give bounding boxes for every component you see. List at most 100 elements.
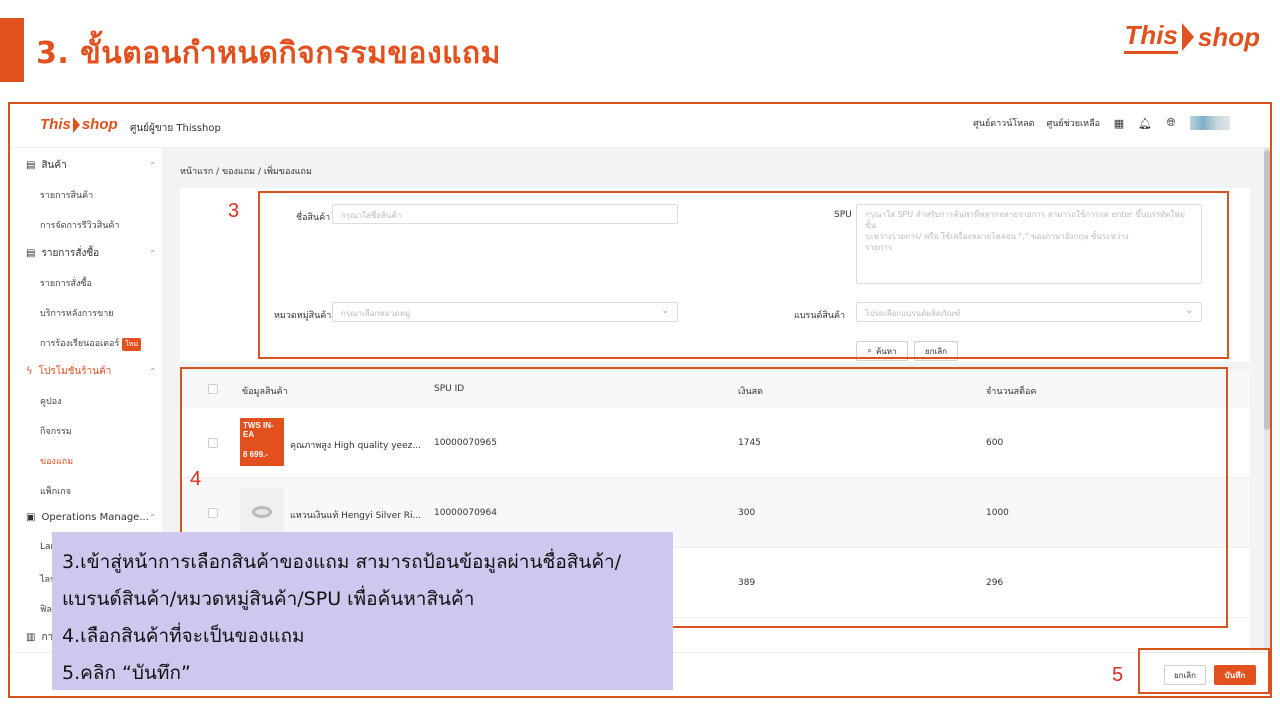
slide-title: 3. ขั้นตอนกำหนดกิจกรรมของแถม (36, 36, 501, 71)
product-thumbnail (240, 488, 284, 536)
chevron-down-icon: ⌄ (1185, 306, 1193, 316)
sidebar-item-coupons[interactable]: คูปอง (40, 394, 62, 408)
category-label: หมวดหมู่สินค้า (274, 311, 332, 321)
scrollbar-thumb[interactable] (1264, 150, 1270, 430)
app-header: This shop ศูนย์ผู้ขาย Thisshop ศูนย์ดาวน… (10, 104, 1270, 148)
spu-placeholder-line: ระหว่างรายการ/ หรือ ใช้เครื่องหมายโคลอน … (865, 232, 1129, 241)
product-icon: ▤ (26, 160, 36, 171)
thisshop-logo: This shop (1124, 20, 1260, 54)
download-center-link[interactable]: ศูนย์ดาวน์โหลด (973, 116, 1034, 130)
price-cell: 389 (738, 578, 756, 588)
row-checkbox[interactable] (208, 438, 218, 448)
instruction-line: แบรนด์สินค้า/หมวดหมู่สินค้า/SPU เพื่อค้น… (62, 588, 475, 610)
sidebar-group-promotions[interactable]: ϟ โปรโมชั่นร้านค้า ⌃ (26, 364, 156, 379)
seller-center-title: ศูนย์ผู้ขาย Thisshop (130, 123, 221, 134)
spu-placeholder-line: รายการ (865, 243, 893, 252)
reset-button[interactable]: ยกเลิก (914, 341, 958, 361)
search-form: ชื่อสินค้า กรุณาใส่ชื่อสินค้า SPU กรุณาใ… (180, 188, 1250, 362)
sidebar-item-review-management[interactable]: การจัดการรีวิวสินค้า (40, 218, 119, 232)
sidebar-item-order-complaints[interactable]: การร้องเรียนออเดอร์ ใหม่ (40, 336, 141, 351)
category-placeholder: กรุณาเลือกหมวดหมู่ (341, 309, 411, 318)
slide: 3. ขั้นตอนกำหนดกิจกรรมของแถม This shop T… (0, 0, 1280, 720)
sidebar-item-after-sales[interactable]: บริการหลังการขาย (40, 306, 114, 320)
thumbnail-text: TWS IN-EA (243, 421, 274, 439)
sidebar-group-label: รายการสั่งซื้อ (41, 248, 100, 259)
app-logo-arrow-icon (72, 116, 80, 133)
brand-placeholder: โปรดเลือกแบรนด์ผลิตภัณฑ์ (865, 309, 961, 318)
sidebar-item-gifts[interactable]: ของแถม (40, 454, 73, 468)
ring-image (252, 506, 272, 518)
spu-textarea[interactable]: กรุณาใส่ SPU สำหรับการค้นหาที่หลากหลายรา… (856, 204, 1202, 284)
column-header: จำนวนสต็อค (986, 387, 1037, 397)
spu-id-cell: 10000070964 (434, 508, 497, 518)
header-actions: ศูนย์ดาวน์โหลด ศูนย์ช่วยเหลือ ▦ 🔔︎ 🌐︎ (973, 116, 1230, 130)
brand-label: แบรนด์สินค้า (794, 311, 846, 321)
price-cell: 300 (738, 508, 756, 518)
avatar[interactable] (1190, 116, 1230, 130)
brand-select[interactable]: โปรดเลือกแบรนด์ผลิตภัณฑ์ ⌄ (856, 302, 1202, 322)
instruction-line: 3.เข้าสู่หน้าการเลือกสินค้าของแถม สามารถ… (62, 551, 622, 573)
chevron-down-icon: ⌄ (661, 306, 669, 316)
vertical-scrollbar[interactable] (1264, 148, 1270, 648)
column-header: SPU ID (434, 384, 465, 394)
lightning-icon: ϟ (26, 366, 33, 377)
search-button[interactable]: ⌕ ค้นหา (856, 341, 908, 361)
spu-placeholder-line: กรุณาใส่ SPU สำหรับการค้นหาที่หลากหลายรา… (865, 210, 1185, 230)
step-number-3: 3 (228, 200, 240, 222)
save-button[interactable]: บันทึก (1214, 665, 1256, 685)
chevron-up-icon: ⌃ (149, 161, 156, 170)
search-icon: ⌕ (867, 346, 872, 355)
app-logo[interactable]: This shop (40, 116, 118, 133)
table-row[interactable]: TWS IN-EA 8 699.- คุณภาพสูง High quality… (180, 408, 1250, 478)
step-number-5: 5 (1112, 664, 1124, 686)
help-center-link[interactable]: ศูนย์ช่วยเหลือ (1046, 116, 1100, 130)
select-all-checkbox[interactable] (208, 384, 218, 394)
stock-cell: 296 (986, 578, 1004, 588)
product-name-input[interactable]: กรุณาใส่ชื่อสินค้า (332, 204, 678, 224)
chevron-up-icon: ⌃ (149, 249, 156, 258)
sidebar-item-product-list[interactable]: รายการสินค้า (40, 188, 93, 202)
sidebar-item-label: การร้องเรียนออเดอร์ (40, 339, 120, 349)
spu-label: SPU (834, 210, 852, 220)
table-header: ข้อมูลสินค้า SPU ID เงินสด จำนวนสต็อค (180, 372, 1250, 408)
sidebar-group-operations[interactable]: ▣ Operations Manage... ⌃ (26, 512, 156, 523)
sidebar-group-products[interactable]: ▤ สินค้า ⌃ (26, 158, 156, 173)
column-header: เงินสด (738, 387, 763, 397)
logo-shop-text: shop (1197, 21, 1260, 52)
spu-id-cell: 10000070965 (434, 438, 497, 448)
bell-icon[interactable]: 🔔︎ (1138, 116, 1152, 130)
price-cell: 1745 (738, 438, 761, 448)
instruction-line: 4.เลือกสินค้าที่จะเป็นของแถม (62, 625, 305, 647)
title-accent-bar (0, 18, 24, 82)
app-logo-shop: shop (81, 116, 118, 133)
stock-cell: 600 (986, 438, 1004, 448)
sidebar-item-activities[interactable]: กิจกรรม (40, 424, 72, 438)
sidebar-group-label: Operations Manage... (41, 512, 149, 523)
chart-icon: ▥ (26, 632, 36, 643)
app-logo-this: This (40, 116, 71, 133)
step-number-4: 4 (190, 468, 202, 490)
breadcrumb: หน้าแรก / ของแถม / เพิ่มของแถม (180, 167, 312, 177)
cancel-button[interactable]: ยกเลิก (1164, 665, 1206, 685)
instruction-line: 5.คลิก “บันทึก” (62, 662, 191, 684)
instruction-callout: 3.เข้าสู่หน้าการเลือกสินค้าของแถม สามารถ… (52, 532, 673, 690)
logo-this-text: This (1124, 20, 1178, 54)
row-checkbox[interactable] (208, 508, 218, 518)
sidebar-item-packages[interactable]: แพ็กเกจ (40, 484, 71, 498)
sidebar-group-label: สินค้า (41, 160, 67, 171)
play-box-icon: ▣ (26, 512, 36, 523)
product-name-cell: คุณภาพสูง High quality yeez... (290, 441, 421, 451)
new-badge: ใหม่ (122, 338, 141, 351)
sidebar-item-fil[interactable]: ฟิล (40, 602, 52, 616)
qr-code-icon[interactable]: ▦ (1112, 116, 1126, 130)
order-icon: ▤ (26, 248, 36, 259)
category-select[interactable]: กรุณาเลือกหมวดหมู่ ⌄ (332, 302, 678, 322)
logo-arrow-icon (1181, 23, 1194, 51)
column-header: ข้อมูลสินค้า (242, 387, 288, 397)
product-thumbnail: TWS IN-EA 8 699.- (240, 418, 284, 466)
chevron-up-icon: ⌃ (149, 367, 156, 376)
sidebar-item-order-list[interactable]: รายการสั่งซื้อ (40, 276, 92, 290)
globe-icon[interactable]: 🌐︎ (1164, 116, 1178, 130)
sidebar-group-orders[interactable]: ▤ รายการสั่งซื้อ ⌃ (26, 246, 156, 261)
search-button-label: ค้นหา (875, 346, 897, 356)
